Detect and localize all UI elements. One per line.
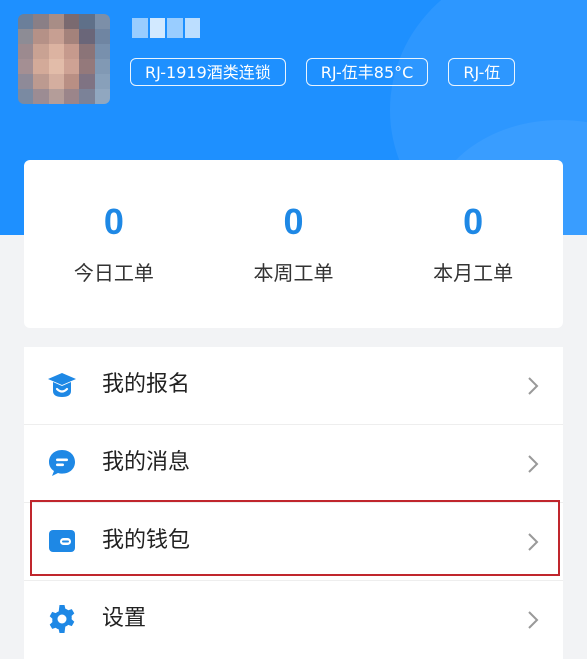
work-order-stats-card: 0 今日工单 0 本周工单 0 本月工单	[24, 160, 563, 328]
chat-bubble-icon	[46, 447, 78, 479]
store-tag[interactable]: RJ-1919酒类连锁	[130, 58, 286, 86]
stat-value: 0	[283, 201, 304, 242]
stat-label: 今日工单	[73, 261, 154, 285]
stat-week[interactable]: 0 本周工单	[204, 160, 384, 328]
stat-label: 本周工单	[253, 261, 334, 285]
chevron-right-icon	[523, 609, 543, 631]
menu-item-settings[interactable]: 设置	[24, 581, 563, 659]
stat-label: 本月工单	[433, 261, 514, 285]
wallet-icon	[46, 525, 78, 557]
store-tags-scroller[interactable]: RJ-1919酒类连锁 RJ-伍丰85°C RJ-伍	[0, 0, 562, 120]
menu-item-messages[interactable]: 我的消息	[24, 425, 563, 503]
graduation-cap-icon	[46, 369, 78, 401]
menu-list: 我的报名 我的消息 我的钱包 设置	[24, 347, 563, 659]
chevron-right-icon	[523, 453, 543, 475]
stat-month[interactable]: 0 本月工单	[383, 160, 563, 328]
chevron-right-icon	[523, 375, 543, 397]
stat-value: 0	[103, 201, 124, 242]
stat-today[interactable]: 0 今日工单	[24, 160, 204, 328]
menu-item-registration[interactable]: 我的报名	[24, 347, 563, 425]
chevron-right-icon	[523, 531, 543, 553]
menu-item-label: 设置	[102, 606, 147, 631]
store-tag[interactable]: RJ-伍	[448, 58, 516, 86]
stat-value: 0	[463, 201, 484, 242]
store-tag[interactable]: RJ-伍丰85°C	[305, 58, 429, 86]
gear-icon	[46, 603, 78, 635]
menu-item-label: 我的钱包	[102, 528, 191, 553]
menu-item-wallet[interactable]: 我的钱包	[24, 503, 563, 581]
menu-item-label: 我的消息	[102, 450, 191, 475]
menu-item-label: 我的报名	[102, 372, 191, 397]
